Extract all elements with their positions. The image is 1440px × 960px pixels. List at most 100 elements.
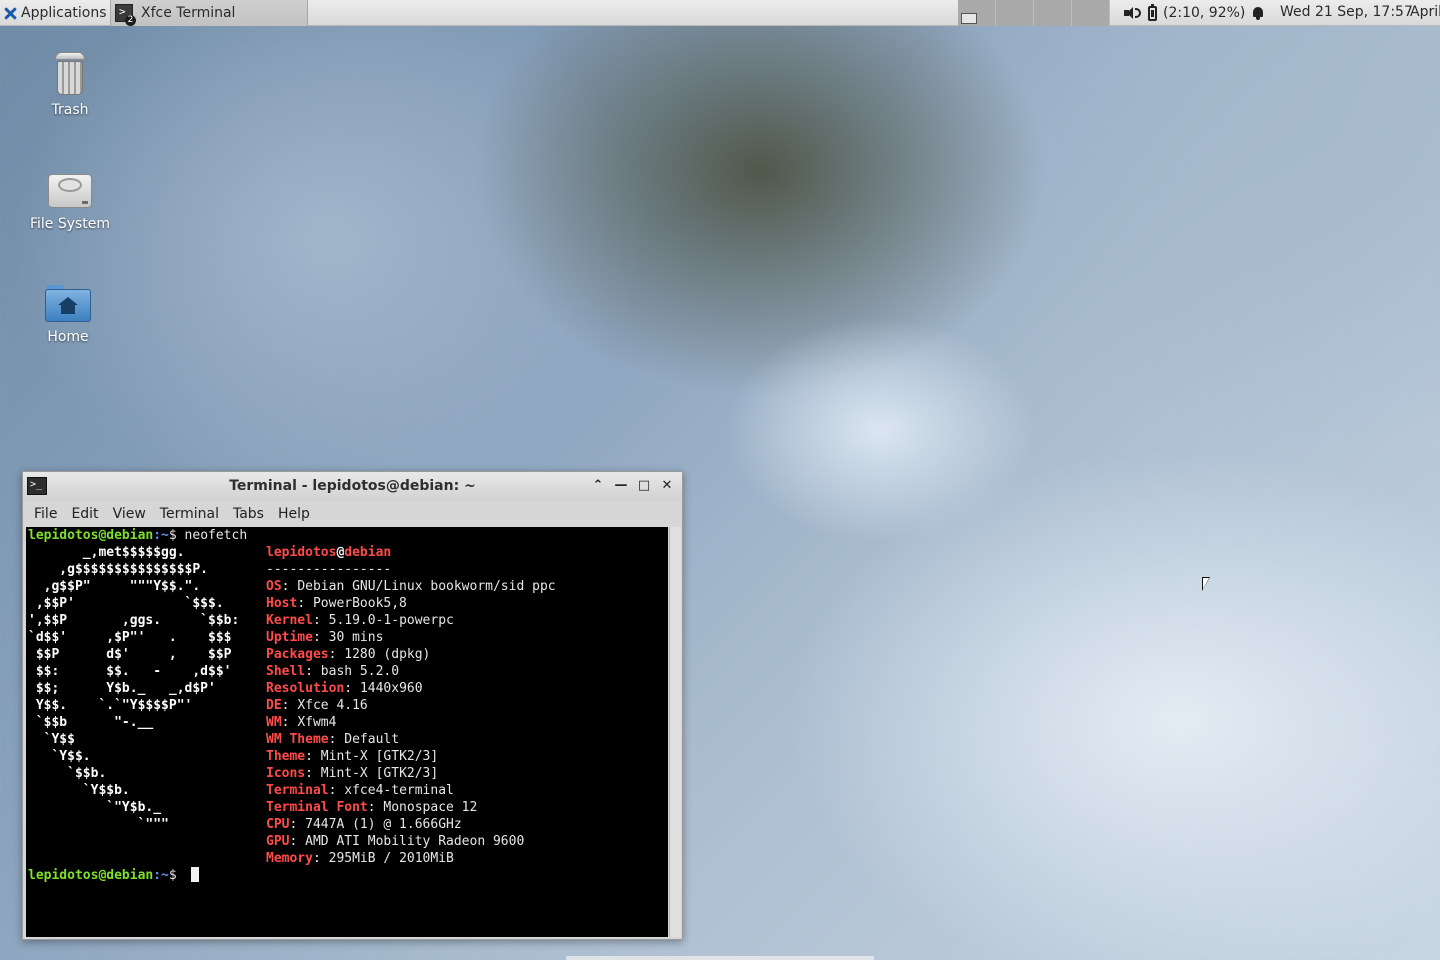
info-value: 1280 (dpkg) (344, 647, 431, 662)
logo-line: Y$$. `.`"Y$$$$P"' (28, 698, 193, 713)
info-row: Uptime: 30 mins (266, 630, 384, 645)
menu-tabs[interactable]: Tabs (226, 506, 271, 522)
minimize-button[interactable]: — (612, 477, 630, 495)
user-menu[interactable]: April (1410, 4, 1440, 20)
maximize-button[interactable]: □ (635, 477, 653, 495)
info-row: Icons: Mint-X [GTK2/3] (266, 766, 439, 781)
info-key: DE (266, 698, 282, 713)
workspace-switcher (958, 0, 1110, 26)
terminal-scrollbar[interactable] (669, 527, 681, 937)
info-value: Monospace 12 (383, 800, 478, 815)
info-value: Debian GNU/Linux bookworm/sid ppc (297, 579, 556, 594)
desktop-icon-label: Home (47, 329, 89, 345)
info-row: CPU: 7447A (1) @ 1.666GHz (266, 817, 462, 832)
desktop-icon-label: Trash (51, 102, 89, 118)
logo-line: $$: $$. - ,d$$' (28, 664, 232, 679)
info-row: Kernel: 5.19.0-1-powerpc (266, 613, 454, 628)
desktop-icon-file-system[interactable]: File System (20, 170, 120, 232)
info-row: Host: PowerBook5,8 (266, 596, 407, 611)
applications-label: Applications ⠿ (21, 5, 122, 21)
notification-bell-icon[interactable] (1251, 6, 1265, 20)
info-key: Terminal (266, 783, 329, 798)
info-value: Default (344, 732, 400, 747)
info-value: Mint-X [GTK2/3] (320, 766, 439, 781)
command-line: lepidotos@debian:~$ neofetch (28, 528, 248, 543)
info-row: Shell: bash 5.2.0 (266, 664, 400, 679)
logo-line: `"Y$b._ (28, 800, 162, 815)
info-key: Icons (266, 766, 306, 781)
info-header: lepidotos@debian (266, 545, 392, 560)
info-key: GPU (266, 834, 290, 849)
info-row: Resolution: 1440x960 (266, 681, 423, 696)
workspace-4[interactable] (1072, 0, 1110, 26)
terminal-icon: 2 (115, 4, 136, 26)
logo-line: `""" (28, 817, 169, 832)
volume-icon[interactable] (1124, 6, 1142, 20)
info-row: Packages: 1280 (dpkg) (266, 647, 431, 662)
logo-line: `Y$$ (28, 732, 75, 747)
info-row: Theme: Mint-X [GTK2/3] (266, 749, 439, 764)
logo-line: ,$$P' `$$$. (28, 596, 224, 611)
workspace-2[interactable] (996, 0, 1034, 26)
info-value: Mint-X [GTK2/3] (320, 749, 439, 764)
terminal-window: Terminal - lepidotos@debian: ~ ⌃ — □ ✕ F… (22, 471, 683, 940)
applications-menu-button[interactable]: Applications ⠿ (0, 0, 125, 26)
logo-line: `Y$$. (28, 749, 91, 764)
system-info: lepidotos@debian ---------------- OS: De… (266, 544, 556, 867)
terminal-menubar: File Edit View Terminal Tabs Help (23, 500, 682, 527)
drive-icon (46, 170, 94, 210)
info-key: Terminal Font (266, 800, 368, 815)
info-key: Host (266, 596, 298, 611)
logo-line: `Y$$b. (28, 783, 130, 798)
desktop-icon-trash[interactable]: Trash (20, 52, 120, 118)
info-value: Xfce 4.16 (297, 698, 368, 713)
workspace-1[interactable] (958, 0, 996, 26)
info-value: 30 mins (328, 630, 384, 645)
desktop-icon-label: File System (29, 216, 111, 232)
info-key: Uptime (266, 630, 313, 645)
close-button[interactable]: ✕ (658, 477, 676, 495)
workspace-window-preview (961, 13, 977, 24)
info-key: WM (266, 715, 282, 730)
logo-line: `$$b. (28, 766, 107, 781)
xfce-logo-icon (4, 7, 17, 20)
current-prompt: lepidotos@debian:~$ (28, 867, 199, 884)
info-value: xfce4-terminal (344, 783, 454, 798)
logo-line: $$P d$' , $$P (28, 647, 232, 662)
workspace-3[interactable] (1034, 0, 1072, 26)
info-row: OS: Debian GNU/Linux bookworm/sid ppc (266, 579, 556, 594)
logo-line: $$; Y$b._ _,d$P' (28, 681, 216, 696)
bottom-panel-edge (566, 956, 874, 960)
menu-edit[interactable]: Edit (64, 506, 105, 522)
taskbar-item-terminal[interactable]: 2 Xfce Terminal (110, 0, 308, 26)
info-row: Terminal: xfce4-terminal (266, 783, 454, 798)
logo-line: ',$$P ,ggs. `$$b: (28, 613, 240, 628)
debian-ascii-logo: _,met$$$$$gg. ,g$$$$$$$$$$$$$$$P. ,g$$P"… (28, 544, 239, 833)
info-key: OS (266, 579, 282, 594)
window-titlebar[interactable]: Terminal - lepidotos@debian: ~ ⌃ — □ ✕ (23, 472, 682, 500)
menu-view[interactable]: View (106, 506, 153, 522)
terminal-output[interactable]: lepidotos@debian:~$ neofetch _,met$$$$$g… (26, 527, 668, 937)
info-value: bash 5.2.0 (320, 664, 400, 679)
info-separator: ---------------- (266, 562, 392, 577)
desktop-icon-home[interactable]: Home (18, 283, 118, 345)
taskbar-item-label: Xfce Terminal (141, 5, 236, 21)
info-value: Xfwm4 (297, 715, 337, 730)
shade-window-button[interactable]: ⌃ (589, 477, 607, 495)
menu-help[interactable]: Help (271, 506, 317, 522)
clock[interactable]: Wed 21 Sep, 17:57 (1280, 4, 1413, 20)
mouse-pointer-icon (1202, 577, 1210, 591)
window-count-badge: 2 (125, 15, 136, 26)
info-row: DE: Xfce 4.16 (266, 698, 368, 713)
battery-icon[interactable] (1148, 3, 1157, 21)
info-row: WM Theme: Default (266, 732, 400, 747)
info-key: Resolution (266, 681, 345, 696)
battery-status: (2:10, 92%) (1163, 5, 1246, 21)
top-panel: Applications ⠿ 2 Xfce Terminal (2:10, 92… (0, 0, 1440, 26)
menu-file[interactable]: File (27, 506, 64, 522)
info-key: Kernel (266, 613, 313, 628)
logo-line: `d$$' ,$P"' . $$$ (28, 630, 232, 645)
menu-terminal[interactable]: Terminal (153, 506, 226, 522)
info-row: Memory: 295MiB / 2010MiB (266, 851, 454, 866)
trash-icon (54, 52, 86, 96)
